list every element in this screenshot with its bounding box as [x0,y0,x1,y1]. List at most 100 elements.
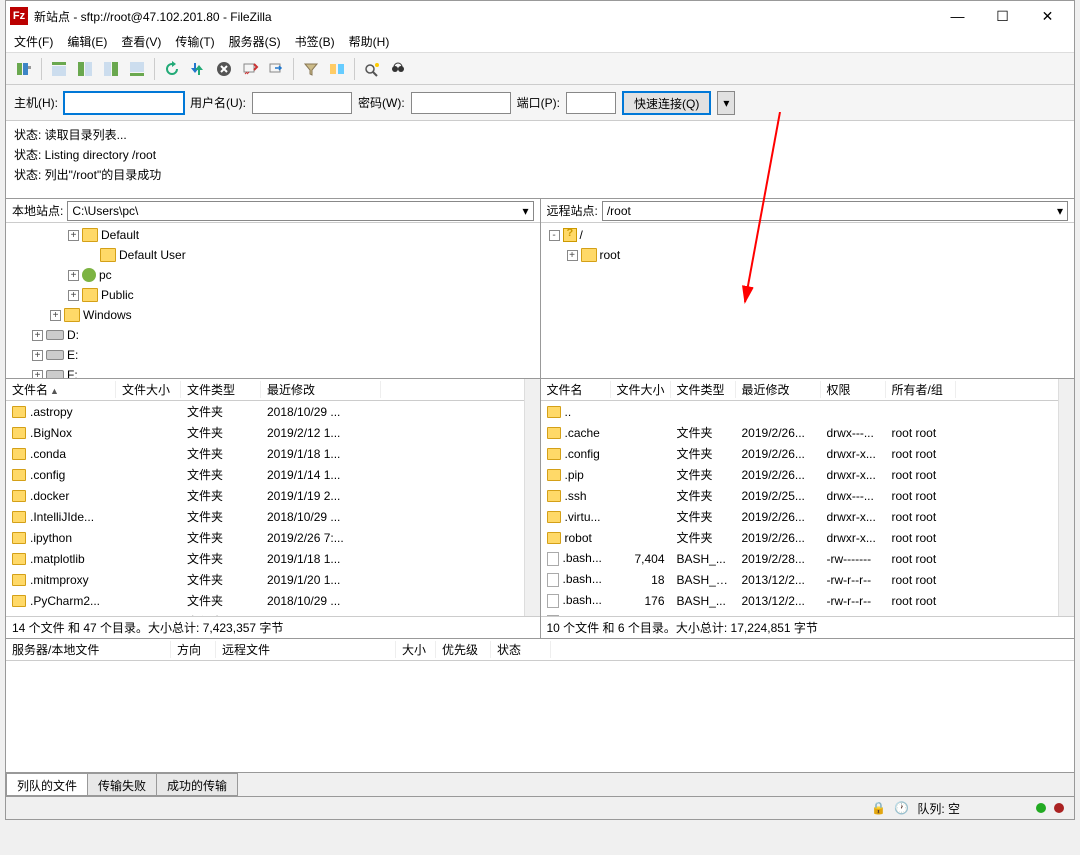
tree-node[interactable]: -/ [545,225,1071,245]
file-split: 文件名▲ 文件大小 文件类型 最近修改 .astropy文件夹2018/10/2… [6,379,1074,639]
queue-tabs: 列队的文件 传输失败 成功的传输 [6,773,1074,797]
tree-node[interactable]: +Default [10,225,536,245]
local-file-status: 14 个文件 和 47 个目录。大小总计: 7,423,357 字节 [6,616,540,638]
menu-help[interactable]: 帮助(H) [349,33,390,50]
status-led-red [1054,803,1064,813]
minimize-button[interactable]: ― [935,2,980,30]
menu-transfer[interactable]: 传输(T) [175,33,214,50]
file-row[interactable]: .ipython文件夹2019/2/26 7:... [6,527,540,548]
local-file-pane: 文件名▲ 文件大小 文件类型 最近修改 .astropy文件夹2018/10/2… [6,379,541,638]
tree-node[interactable]: +Windows [10,305,536,325]
menu-edit[interactable]: 编辑(E) [67,33,107,50]
process-queue-icon[interactable] [186,57,210,81]
file-row[interactable]: .BigNox文件夹2019/2/12 1... [6,422,540,443]
compare-icon[interactable] [325,57,349,81]
quickconnect-dropdown[interactable]: ▾ [717,91,735,115]
close-button[interactable]: ✕ [1025,2,1070,30]
clock-icon: 🕐 [894,801,909,815]
port-input[interactable] [566,92,616,114]
host-input[interactable] [64,92,184,114]
sync-browse-icon[interactable] [360,57,384,81]
menu-server[interactable]: 服务器(S) [229,33,281,50]
file-row[interactable]: .conda文件夹2019/1/18 1... [6,443,540,464]
lock-icon: 🔒 [871,801,886,815]
site-manager-icon[interactable] [12,57,36,81]
file-row[interactable]: .ssh文件夹2019/2/25...drwx---...root root [541,485,1075,506]
tree-node[interactable]: Default User [10,245,536,265]
statusbar: 🔒 🕐 队列: 空 [6,797,1074,819]
file-row[interactable]: .virtu...文件夹2019/2/26...drwxr-x...root r… [541,506,1075,527]
local-file-header[interactable]: 文件名▲ 文件大小 文件类型 最近修改 [6,379,540,401]
local-path-combo[interactable]: C:\Users\pc\▾ [67,201,533,221]
remote-file-list[interactable]: ...cache文件夹2019/2/26...drwx---...root ro… [541,401,1075,616]
file-row[interactable]: .pip文件夹2019/2/26...drwxr-x...root root [541,464,1075,485]
log-line: 状态: Listing directory /root [14,145,1066,165]
local-path-label: 本地站点: [12,202,63,219]
toggle-remotetree-icon[interactable] [99,57,123,81]
titlebar: Fz 新站点 - sftp://root@47.102.201.80 - Fil… [6,1,1074,31]
log-line: 状态: 列出"/root"的目录成功 [14,165,1066,185]
port-label: 端口(P): [517,94,560,111]
filter-icon[interactable] [299,57,323,81]
tab-queued[interactable]: 列队的文件 [6,773,88,796]
file-row[interactable]: .cache文件夹2019/2/26...drwx---...root root [541,422,1075,443]
reconnect-icon[interactable] [264,57,288,81]
tree-node[interactable]: +pc [10,265,536,285]
disconnect-icon[interactable] [238,57,262,81]
user-input[interactable] [252,92,352,114]
menubar: 文件(F) 编辑(E) 查看(V) 传输(T) 服务器(S) 书签(B) 帮助(… [6,31,1074,53]
toolbar [6,53,1074,85]
file-row[interactable]: .matplotlib文件夹2019/1/18 1... [6,548,540,569]
toggle-queue-icon[interactable] [125,57,149,81]
remote-path-combo[interactable]: /root▾ [602,201,1068,221]
menu-view[interactable]: 查看(V) [121,33,161,50]
file-row[interactable]: .config文件夹2019/1/14 1... [6,464,540,485]
tree-node[interactable]: +F: [10,365,536,378]
local-tree[interactable]: +DefaultDefault User+pc+Public+Windows+D… [6,223,540,378]
menu-bookmarks[interactable]: 书签(B) [295,33,335,50]
tab-failed[interactable]: 传输失败 [87,773,157,796]
scrollbar[interactable] [1058,379,1074,616]
search-icon[interactable] [386,57,410,81]
file-row[interactable]: .astropy文件夹2018/10/29 ... [6,401,540,422]
quickconnect-bar: 主机(H): 用户名(U): 密码(W): 端口(P): 快速连接(Q) ▾ [6,85,1074,121]
file-row[interactable]: .. [541,401,1075,422]
file-row[interactable]: .config文件夹2019/2/26...drwxr-x...root roo… [541,443,1075,464]
remote-file-header[interactable]: 文件名 文件大小 文件类型 最近修改 权限 所有者/组 [541,379,1075,401]
tree-node[interactable]: +E: [10,345,536,365]
tree-node[interactable]: +Public [10,285,536,305]
tree-split: 本地站点: C:\Users\pc\▾ +DefaultDefault User… [6,199,1074,379]
log-line: 状态: 读取目录列表... [14,125,1066,145]
quickconnect-button[interactable]: 快速连接(Q) [622,91,711,115]
file-row[interactable]: .docker文件夹2019/1/19 2... [6,485,540,506]
pass-input[interactable] [411,92,511,114]
cancel-icon[interactable] [212,57,236,81]
queue-status: 队列: 空 [917,800,960,817]
file-row[interactable]: .bash...18BASH_L...2013/12/2...-rw-r--r-… [541,569,1075,590]
file-row[interactable]: .mitmproxy文件夹2019/1/20 1... [6,569,540,590]
refresh-icon[interactable] [160,57,184,81]
user-label: 用户名(U): [190,94,246,111]
scrollbar[interactable] [524,379,540,616]
tree-node[interactable]: +D: [10,325,536,345]
status-led-green [1036,803,1046,813]
file-row[interactable]: robot文件夹2019/2/26...drwxr-x...root root [541,527,1075,548]
maximize-button[interactable]: ☐ [980,2,1025,30]
host-label: 主机(H): [14,94,58,111]
toggle-log-icon[interactable] [47,57,71,81]
toggle-localtree-icon[interactable] [73,57,97,81]
file-row[interactable]: .bash...176BASH_...2013/12/2...-rw-r--r-… [541,590,1075,611]
tree-node[interactable]: +root [545,245,1071,265]
queue-pane[interactable]: 服务器/本地文件 方向 远程文件 大小 优先级 状态 [6,639,1074,773]
file-row[interactable]: .PyCharm2...文件夹2018/10/29 ... [6,590,540,611]
message-log[interactable]: 状态: 读取目录列表... 状态: Listing directory /roo… [6,121,1074,199]
app-window: Fz 新站点 - sftp://root@47.102.201.80 - Fil… [5,0,1075,820]
queue-header[interactable]: 服务器/本地文件 方向 远程文件 大小 优先级 状态 [6,639,1074,661]
menu-file[interactable]: 文件(F) [14,33,53,50]
remote-tree[interactable]: -/+root [541,223,1075,378]
file-row[interactable]: .bash...7,404BASH_...2019/2/28...-rw----… [541,548,1075,569]
local-file-list[interactable]: .astropy文件夹2018/10/29 ....BigNox文件夹2019/… [6,401,540,616]
file-row[interactable]: .IntelliJIde...文件夹2018/10/29 ... [6,506,540,527]
tab-success[interactable]: 成功的传输 [156,773,238,796]
remote-file-status: 10 个文件 和 6 个目录。大小总计: 17,224,851 字节 [541,616,1075,638]
